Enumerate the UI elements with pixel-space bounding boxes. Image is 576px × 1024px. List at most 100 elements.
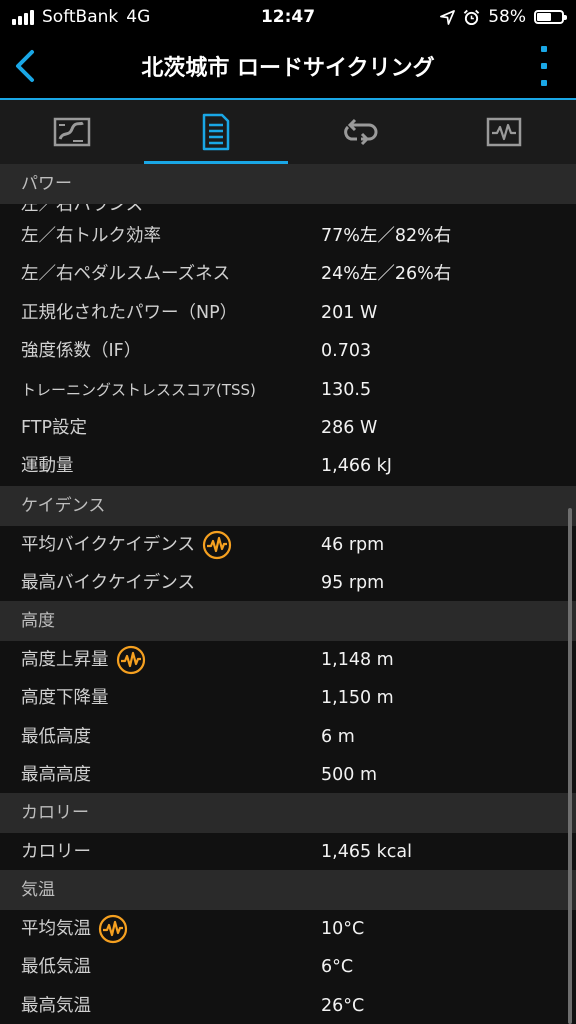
row-label-text: 左／右ペダルスムーズネス [21,264,231,284]
section-header-temperature: 気温 [0,870,576,910]
row-label-text: 最高バイクケイデンス [21,573,195,593]
row-label: 左／右ペダルスムーズネス [21,255,230,293]
row-value: 201 W [321,303,378,323]
row-value: 10°C [321,919,365,939]
battery-icon [534,10,567,24]
chevron-left-icon [16,50,34,82]
row-value: 1,465 kcal [321,842,413,862]
list-item[interactable]: FTP設定 286 W [0,409,576,447]
section-header-calories: カロリー [0,793,576,833]
list-item[interactable]: 最高気温 26°C [0,987,576,1024]
row-value: 24%左／26%右 [321,264,452,284]
tab-bar [0,100,576,164]
row-label-text: 正規化されたパワー（NP） [21,303,238,323]
row-label-text: 最高高度 [21,765,91,785]
tab-laps[interactable] [288,100,432,164]
pulse-icon[interactable] [98,914,128,944]
list-item[interactable]: 高度下降量 1,150 m [0,679,576,717]
row-label: 高度上昇量 [21,641,146,679]
row-value: 6°C [321,957,354,977]
pulse-icon[interactable] [116,645,146,675]
list-item[interactable]: 平均気温 10°C [0,910,576,948]
row-label: 平均気温 [21,910,128,948]
row-label: 正規化されたパワー（NP） [21,294,237,332]
list-item[interactable]: 高度上昇量 1,148 m [0,641,576,679]
list-item[interactable]: 左／右トルク効率 77%左／82%右 [0,217,576,255]
alarm-clock-icon [463,9,480,25]
section-header-power: パワー [0,164,576,204]
list-item[interactable]: 強度係数（IF） 0.703 [0,332,576,370]
list-item[interactable]: 最高高度 500 m [0,756,576,794]
row-value: 46 rpm [321,535,385,555]
chart-icon [486,117,522,147]
row-label: 左／右トルク効率 [21,217,161,255]
row-label-text: 最高気温 [21,996,91,1016]
row-value: 6 m [321,727,355,747]
row-label: 最高バイクケイデンス [21,564,195,602]
battery-fill [537,13,551,21]
list-item[interactable]: 最低気温 6°C [0,948,576,986]
details-document-icon [202,113,230,151]
tab-map[interactable] [0,100,144,164]
row-label: 最高高度 [21,756,91,794]
row-label-text: 高度上昇量 [21,650,109,670]
page-title: 北茨城市 ロードサイクリング [141,56,435,81]
status-bar: SoftBank 4G 12:47 58% [0,0,576,34]
row-label-text: 左／右トルク効率 [21,226,161,246]
row-value: 130.5 [321,380,372,400]
more-menu-button[interactable] [538,46,550,86]
navigation-bar: 北茨城市 ロードサイクリング [0,34,576,100]
laps-loop-icon [344,118,378,146]
row-value: 286 W [321,418,378,438]
row-label: カロリー [21,833,91,871]
back-button[interactable] [8,44,48,88]
list-item[interactable]: カロリー 1,465 kcal [0,833,576,871]
row-label: FTP設定 [21,409,87,447]
list-item[interactable]: 左／右ペダルスムーズネス 24%左／26%右 [0,255,576,293]
row-label: トレーニングストレススコア(TSS) [21,371,256,409]
row-value: 0.703 [321,341,372,361]
row-value: 1,148 m [321,650,394,670]
list-item[interactable]: 運動量 1,466 kJ [0,447,576,485]
row-label-text: 平均気温 [21,919,91,939]
row-label-text: 最低高度 [21,727,91,747]
map-icon [53,117,91,147]
row-label: 最低高度 [21,718,91,756]
row-value: 77%左／82%右 [321,226,452,246]
row-label-text: 強度係数（IF） [21,341,142,361]
row-label: 最低気温 [21,948,91,986]
details-list[interactable]: 左／右バランス パワー 左／右トルク効率 77%左／82%右 左／右ペダルスムーズネ… [0,164,576,1024]
row-label-text: 運動量 [21,456,74,476]
battery-percent: 58% [488,7,526,27]
list-item[interactable]: 平均バイクケイデンス 46 rpm [0,526,576,564]
row-label: 平均バイクケイデンス [21,526,232,564]
status-right: 58% [440,7,567,27]
row-label-text: 平均バイクケイデンス [21,535,195,555]
row-label-text: 高度下降量 [21,688,109,708]
row-value: 500 m [321,765,378,785]
list-item[interactable]: 最低高度 6 m [0,718,576,756]
tab-charts[interactable] [432,100,576,164]
row-label-text: 最低気温 [21,957,91,977]
row-value: 26°C [321,996,365,1016]
row-label: 強度係数（IF） [21,332,141,370]
row-value: 1,150 m [321,688,394,708]
list-item[interactable]: トレーニングストレススコア(TSS) 130.5 [0,371,576,409]
more-vertical-icon [541,46,547,86]
row-label: 最高気温 [21,987,91,1024]
row-label-text: FTP設定 [21,418,88,438]
list-item[interactable]: 正規化されたパワー（NP） 201 W [0,294,576,332]
location-arrow-icon [440,9,456,25]
row-value: 95 rpm [321,573,385,593]
pulse-icon[interactable] [202,530,232,560]
row-value: 1,466 kJ [321,456,392,476]
row-label: 高度下降量 [21,679,109,717]
tab-details[interactable] [144,100,288,164]
row-label-text: カロリー [21,842,91,862]
section-header-elevation: 高度 [0,601,576,641]
row-label-text: トレーニングストレススコア(TSS) [21,381,256,399]
section-header-cadence: ケイデンス [0,486,576,526]
row-label: 運動量 [21,447,74,485]
list-item[interactable]: 最高バイクケイデンス 95 rpm [0,564,576,602]
scrollbar[interactable] [568,508,572,1024]
